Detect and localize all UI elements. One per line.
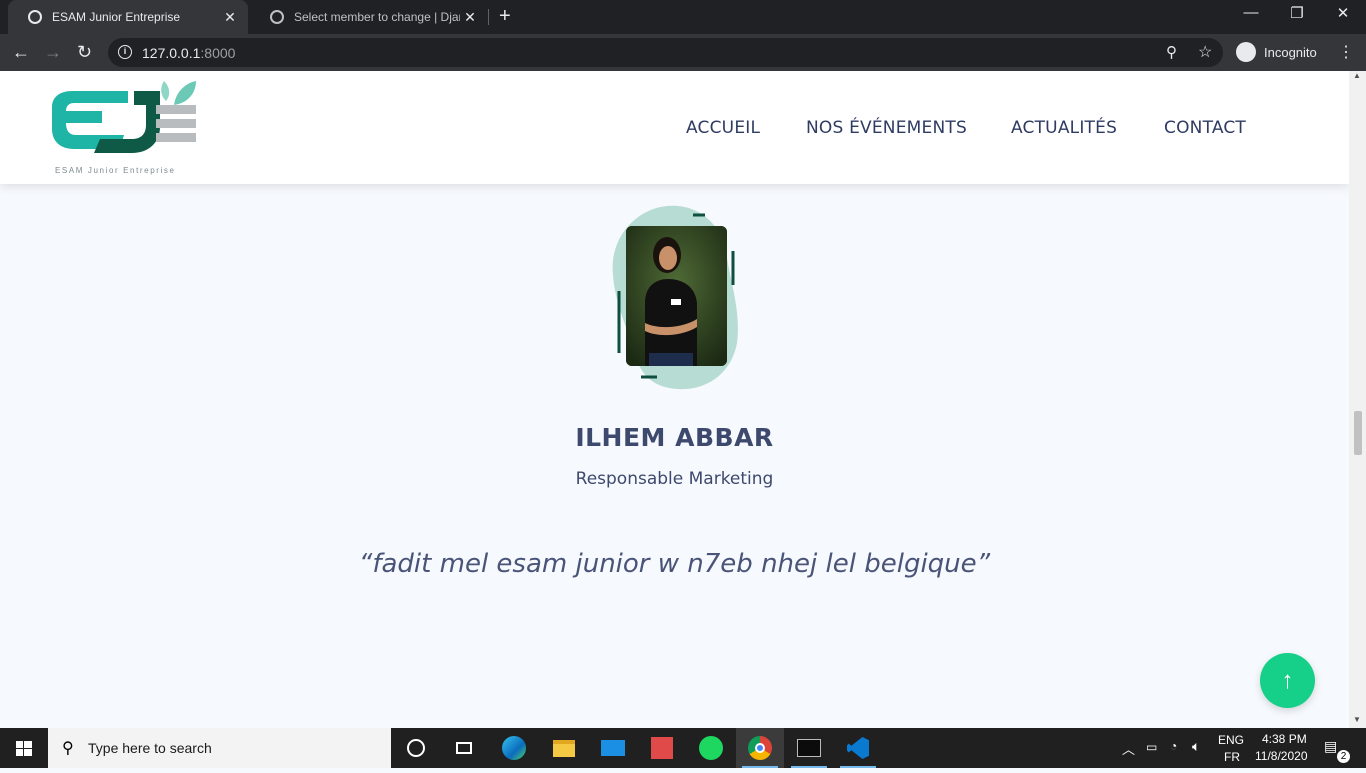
member-photo xyxy=(605,203,745,393)
zoom-icon[interactable]: ⚲ xyxy=(1166,43,1177,61)
tab-title: Select member to change | Djang xyxy=(294,10,460,24)
volume-icon[interactable]: 🔈︎ xyxy=(1192,738,1200,755)
file-explorer-icon[interactable] xyxy=(540,728,588,768)
lang-top[interactable]: ENG xyxy=(1218,733,1244,747)
forward-arrow-icon[interactable]: → xyxy=(44,42,62,63)
browser-tab-bar: ESAM Junior Entreprise ✕ Select member t… xyxy=(0,0,1366,34)
member-portrait-icon xyxy=(612,205,738,390)
cortana-icon[interactable] xyxy=(392,728,440,768)
scroll-thumb[interactable] xyxy=(1354,411,1362,455)
scroll-to-top-button[interactable]: ↑ xyxy=(1260,653,1315,708)
task-view-icon[interactable] xyxy=(440,728,488,768)
nav-accueil[interactable]: ACCUEIL xyxy=(686,118,760,138)
lang-bottom[interactable]: FR xyxy=(1224,750,1240,764)
tab-title: ESAM Junior Entreprise xyxy=(52,10,181,24)
incognito-label: Incognito xyxy=(1264,44,1317,60)
window-close-icon[interactable]: ✕ xyxy=(1320,4,1366,22)
browser-toolbar: ← → ↻ i 127.0.0.1:8000 ⚲ ☆ Incognito ⋮ xyxy=(0,34,1366,71)
tab-separator xyxy=(488,9,489,25)
mail-icon[interactable] xyxy=(589,728,637,768)
chrome-icon[interactable] xyxy=(736,728,784,768)
member-role: Responsable Marketing xyxy=(575,469,774,489)
globe-icon xyxy=(28,10,42,24)
search-icon: ⚲ xyxy=(62,740,74,757)
tab-django-admin[interactable]: Select member to change | Djang ✕ xyxy=(250,0,488,34)
clock-date[interactable]: 11/8/2020 xyxy=(1255,749,1308,763)
spotify-icon[interactable] xyxy=(687,728,735,768)
show-hidden-icons[interactable]: ︿ xyxy=(1122,739,1135,758)
globe-icon xyxy=(270,10,284,24)
terminal-icon[interactable] xyxy=(785,728,833,768)
windows-logo-icon xyxy=(16,741,32,756)
battery-icon[interactable]: ▭ xyxy=(1146,740,1157,754)
scroll-down-arrow-icon[interactable]: ▼ xyxy=(1353,715,1361,724)
clock-time[interactable]: 4:38 PM xyxy=(1262,732,1307,746)
site-logo[interactable]: ESAM Junior Entreprise xyxy=(50,77,200,177)
member-name: ILHEM ABBAR xyxy=(575,423,774,452)
edge-icon[interactable] xyxy=(490,728,538,768)
tab-esam[interactable]: ESAM Junior Entreprise ✕ xyxy=(8,0,248,34)
wifi-icon[interactable]: ◔ xyxy=(1170,739,1177,753)
site-header: ESAM Junior Entreprise ACCUEIL NOS ÉVÉNE… xyxy=(0,71,1349,184)
bookmark-star-icon[interactable]: ☆ xyxy=(1198,42,1212,62)
browser-menu-icon[interactable]: ⋮ xyxy=(1338,42,1354,62)
page-viewport: ESAM Junior Entreprise ACCUEIL NOS ÉVÉNE… xyxy=(0,71,1349,728)
taskbar-search[interactable]: ⚲ Type here to search xyxy=(48,728,391,768)
windows-taskbar: ⚲ Type here to search ︿ ▭ ◔ 🔈︎ ENG FR 4:… xyxy=(0,728,1366,768)
minimize-icon[interactable]: — xyxy=(1228,4,1274,21)
nav-contact[interactable]: CONTACT xyxy=(1164,118,1246,138)
address-bar[interactable]: i 127.0.0.1:8000 ⚲ ☆ xyxy=(108,38,1223,67)
incognito-icon xyxy=(1236,42,1256,62)
arrow-up-icon: ↑ xyxy=(1281,667,1294,694)
reload-icon[interactable]: ↻ xyxy=(77,42,92,63)
vscode-icon[interactable] xyxy=(834,728,882,768)
start-button[interactable] xyxy=(0,728,48,768)
restore-icon[interactable]: ❐ xyxy=(1274,4,1320,22)
logo-caption: ESAM Junior Entreprise xyxy=(55,166,176,175)
member-quote: “fadit mel esam junior w n7eb nhej lel b… xyxy=(358,549,991,579)
search-placeholder: Type here to search xyxy=(88,740,212,756)
url-text: 127.0.0.1:8000 xyxy=(142,45,236,61)
new-tab-icon[interactable]: + xyxy=(499,5,511,28)
close-tab-icon[interactable]: ✕ xyxy=(460,9,480,26)
incognito-indicator[interactable]: Incognito xyxy=(1232,39,1327,65)
nav-actualites[interactable]: ACTUALITÉS xyxy=(1011,118,1117,138)
notification-count: 2 xyxy=(1337,750,1350,763)
scroll-up-arrow-icon[interactable]: ▲ xyxy=(1353,71,1361,80)
back-arrow-icon[interactable]: ← xyxy=(12,42,30,63)
logo-mark-icon xyxy=(52,81,196,153)
page-scrollbar[interactable]: ▲ ▼ xyxy=(1349,71,1366,728)
close-tab-icon[interactable]: ✕ xyxy=(220,9,240,26)
mendeley-icon[interactable] xyxy=(638,728,686,768)
site-info-icon[interactable]: i xyxy=(118,45,132,59)
notifications-icon[interactable]: ▤ xyxy=(1324,738,1337,755)
nav-evenements[interactable]: NOS ÉVÉNEMENTS xyxy=(806,118,967,138)
